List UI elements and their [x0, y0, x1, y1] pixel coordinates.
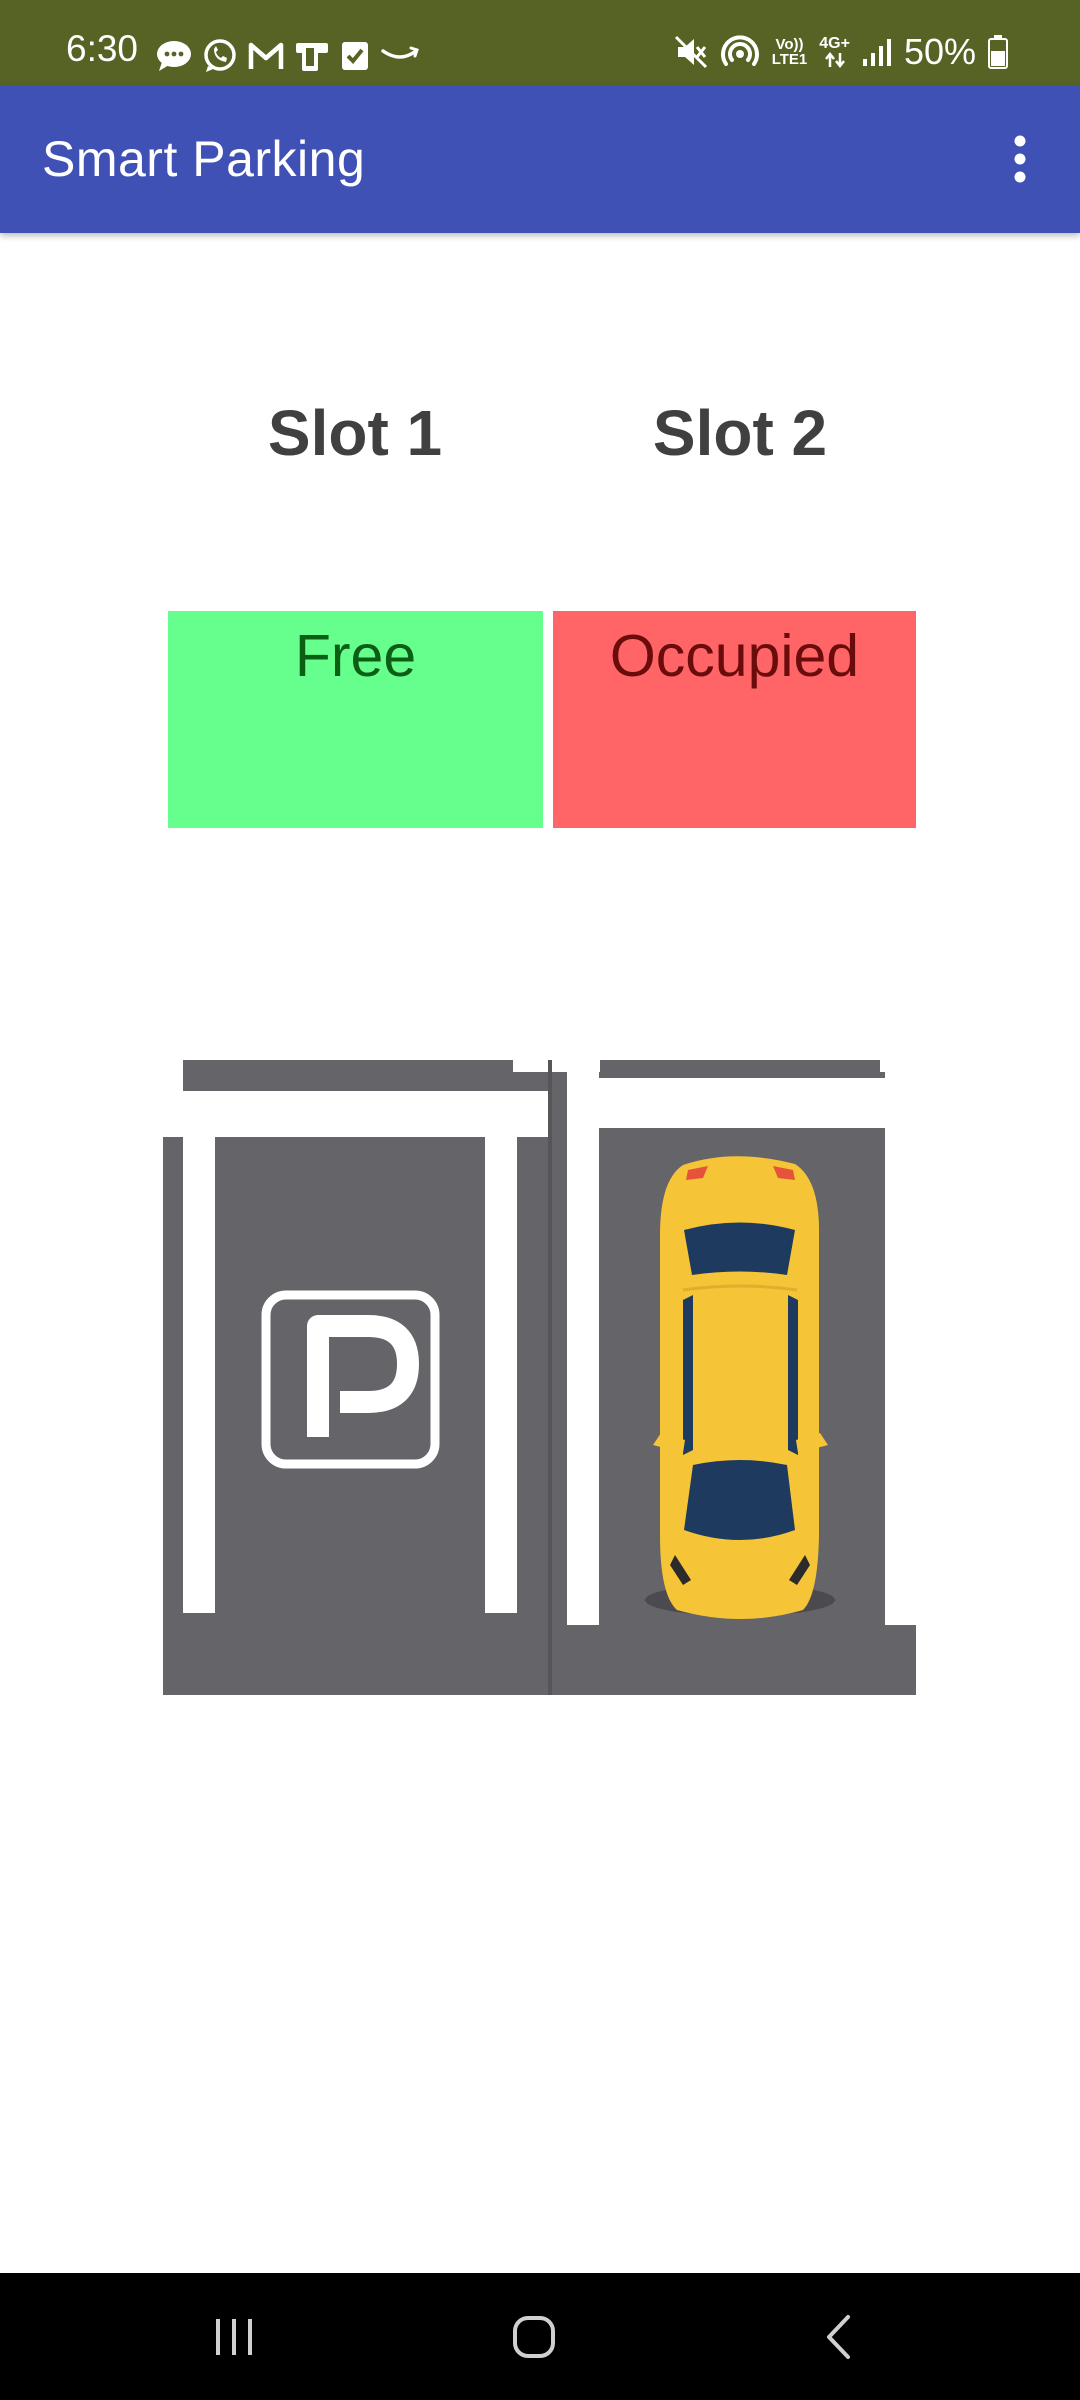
- slot-1-status: Free: [168, 611, 543, 828]
- top-edge-shade: [183, 1060, 513, 1072]
- status-time: 6:30: [66, 28, 139, 69]
- signal-icon: [862, 39, 891, 66]
- notification-icons: [156, 38, 420, 74]
- app-bar: Smart Parking: [0, 85, 1080, 233]
- slot-divider-line: [567, 1060, 599, 1625]
- volte-label: Vo)): [775, 36, 804, 53]
- whatsapp-icon: [204, 39, 236, 72]
- lte-label: LTE1: [771, 51, 808, 68]
- slot-1-right-line: [485, 1091, 517, 1613]
- slot-2-right-line: [885, 1060, 916, 1625]
- slot-1-left-line: [183, 1091, 215, 1613]
- chat-bubble-icon: [157, 41, 191, 71]
- back-button[interactable]: [748, 2273, 928, 2400]
- amazon-icon: [381, 46, 419, 59]
- slot-divider-left: [548, 1060, 552, 1695]
- recent-apps-icon: [216, 2318, 252, 2355]
- recent-apps-button[interactable]: [144, 2273, 324, 2400]
- battery-percent: 50%: [903, 31, 976, 72]
- back-icon: [827, 2314, 850, 2359]
- network-type-label: 4G+: [819, 35, 850, 52]
- slot-2-top-line: [567, 1078, 916, 1128]
- data-arrows-icon: [824, 52, 845, 68]
- slot-1-header: Slot 1: [267, 397, 443, 469]
- home-icon: [513, 2315, 555, 2358]
- device-icon: [296, 43, 328, 71]
- slot-1-left-edge: [163, 1072, 183, 1137]
- network-4g-icon: 4G+: [819, 36, 850, 68]
- slot-2-header: Slot 2: [652, 397, 828, 469]
- home-button[interactable]: [444, 2273, 624, 2400]
- hotspot-icon: [720, 35, 759, 66]
- volte-icon: Vo)) LTE1: [772, 37, 808, 67]
- checklist-icon: [342, 42, 368, 70]
- gmail-icon: [248, 42, 284, 69]
- top-edge-shade-2: [600, 1060, 880, 1076]
- navigation-bar: [0, 2273, 1080, 2400]
- more-vert-icon: [1014, 135, 1026, 183]
- parking-lot-image: [163, 1060, 916, 1695]
- app-title: Smart Parking: [42, 131, 366, 187]
- overflow-menu-button[interactable]: [960, 85, 1080, 233]
- yellow-car: [645, 1156, 835, 1619]
- slot-2-status: Occupied: [553, 611, 916, 828]
- mute-icon: [674, 35, 707, 69]
- system-status-icons: Vo)) LTE1 4G+ 50%: [674, 34, 1008, 70]
- battery-icon: [988, 35, 1008, 69]
- status-bar: 6:30 Vo)) LTE1 4G+ 50%: [0, 0, 1080, 85]
